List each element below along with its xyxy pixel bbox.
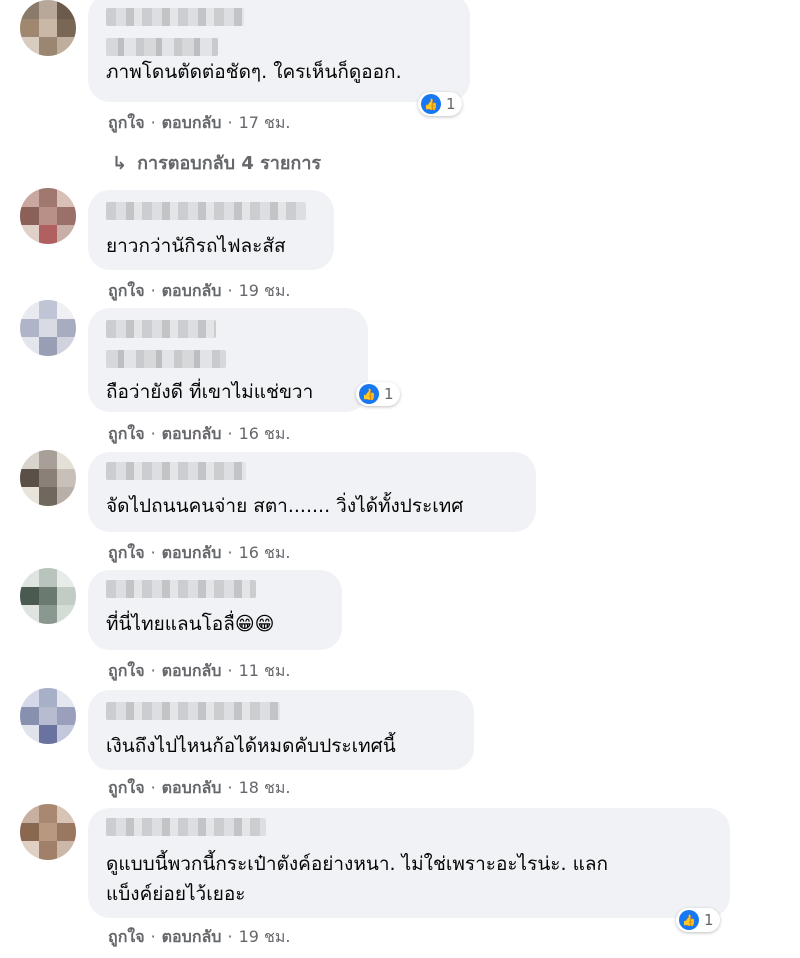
comment: ภาพโดนตัดต่อชัดๆ. ใครเห็นก็ดูออก. 👍 1 ถู… [0, 0, 800, 180]
avatar[interactable] [20, 300, 76, 356]
like-link[interactable]: ถูกใจ [108, 925, 145, 950]
author-name-blurred[interactable] [106, 462, 246, 480]
reply-link[interactable]: ตอบกลับ [162, 111, 222, 136]
author-name-blurred[interactable] [106, 818, 266, 836]
comment-text: ภาพโดนตัดต่อชัดๆ. ใครเห็นก็ดูออก. [106, 61, 402, 83]
comment-bubble: ดูแบบนี้พวกนี้กระเป๋าตังค์อย่างหนา. ไม่ใ… [88, 808, 730, 918]
author-name-blurred[interactable] [106, 202, 306, 220]
reaction-count: 1 [384, 385, 394, 403]
comment-text: ที่นี่ไทยแลนโอลื่😁😁 [106, 613, 275, 635]
timestamp[interactable]: 18 ชม. [239, 776, 291, 801]
like-link[interactable]: ถูกใจ [108, 422, 145, 447]
comment-text-line-1: ดูแบบนี้พวกนี้กระเป๋าตังค์อย่างหนา. ไม่ใ… [106, 853, 608, 875]
reply-link[interactable]: ตอบกลับ [162, 925, 222, 950]
thumbs-up-icon: 👍 [359, 384, 379, 404]
comment-text: ถือว่ายังดี ที่เขาไม่แช่ขวา [106, 381, 314, 403]
reply-arrow-icon: ↳ [112, 153, 128, 174]
comment: ถือว่ายังดี ที่เขาไม่แช่ขวา 👍 1 ถูกใจ · ตอ… [0, 300, 800, 450]
comment-bubble: ภาพโดนตัดต่อชัดๆ. ใครเห็นก็ดูออก. [88, 0, 470, 102]
reply-link[interactable]: ตอบกลับ [162, 776, 222, 801]
comment: เงินถึงไปไหนก้อได้หมดคับประเทศนี้ ถูกใจ ·… [0, 686, 800, 802]
reply-link[interactable]: ตอบกลับ [162, 541, 222, 566]
comment-actions: ถูกใจ · ตอบกลับ · 19 ชม. [108, 925, 291, 950]
author-name-blurred[interactable] [106, 702, 280, 720]
reaction-count: 1 [446, 95, 456, 113]
author-name-blurred [106, 350, 226, 368]
avatar[interactable] [20, 804, 76, 860]
avatar[interactable] [20, 188, 76, 244]
like-link[interactable]: ถูกใจ [108, 659, 145, 684]
comment-actions: ถูกใจ · ตอบกลับ · 11 ชม. [108, 659, 291, 684]
comment: จัดไปถนนคนจ่าย สตา....... วิ่งได้ทั้งประ… [0, 448, 800, 566]
comment-text: เงินถึงไปไหนก้อได้หมดคับประเทศนี้ [106, 735, 396, 757]
like-link[interactable]: ถูกใจ [108, 776, 145, 801]
reaction-badge[interactable]: 👍 1 [418, 92, 462, 116]
replies-label: การตอบกลับ 4 รายการ [137, 153, 322, 174]
like-link[interactable]: ถูกใจ [108, 111, 145, 136]
timestamp[interactable]: 19 ชม. [239, 925, 291, 950]
timestamp[interactable]: 16 ชม. [239, 541, 291, 566]
comment-actions: ถูกใจ · ตอบกลับ · 17 ชม. [108, 111, 291, 136]
comment-bubble: ยาวกว่านักิรถไฟละสัส [88, 190, 334, 270]
avatar[interactable] [20, 0, 76, 56]
author-name-blurred [106, 38, 218, 56]
timestamp[interactable]: 16 ชม. [239, 422, 291, 447]
reaction-badge[interactable]: 👍 1 [356, 382, 400, 406]
reaction-badge[interactable]: 👍 1 [676, 908, 720, 932]
author-name-blurred[interactable] [106, 8, 244, 26]
comment-text-line-2: แบ็งค์ย่อยไว้เยอะ [106, 883, 246, 905]
comment-actions: ถูกใจ · ตอบกลับ · 16 ชม. [108, 541, 291, 566]
comment-actions: ถูกใจ · ตอบกลับ · 18 ชม. [108, 776, 291, 801]
comment: ดูแบบนี้พวกนี้กระเป๋าตังค์อย่างหนา. ไม่ใ… [0, 800, 800, 958]
like-link[interactable]: ถูกใจ [108, 541, 145, 566]
author-name-blurred[interactable] [106, 580, 256, 598]
comment-actions: ถูกใจ · ตอบกลับ · 16 ชม. [108, 422, 291, 447]
timestamp[interactable]: 11 ชม. [239, 659, 291, 684]
reply-link[interactable]: ตอบกลับ [162, 659, 222, 684]
timestamp[interactable]: 17 ชม. [239, 111, 291, 136]
avatar[interactable] [20, 568, 76, 624]
author-name-blurred[interactable] [106, 320, 216, 338]
comment-bubble: ถือว่ายังดี ที่เขาไม่แช่ขวา [88, 308, 368, 412]
comment-bubble: เงินถึงไปไหนก้อได้หมดคับประเทศนี้ [88, 690, 474, 770]
comment-bubble: จัดไปถนนคนจ่าย สตา....... วิ่งได้ทั้งประ… [88, 452, 536, 532]
comment: ยาวกว่านักิรถไฟละสัส ถูกใจ · ตอบกลับ · 19 ชม… [0, 186, 800, 301]
thumbs-up-icon: 👍 [679, 910, 699, 930]
comment: ที่นี่ไทยแลนโอลื่😁😁 ถูกใจ · ตอบกลับ · 11 ชม. [0, 568, 800, 686]
view-replies-link[interactable]: ↳ การตอบกลับ 4 รายการ [112, 148, 321, 177]
avatar[interactable] [20, 450, 76, 506]
comment-bubble: ที่นี่ไทยแลนโอลื่😁😁 [88, 570, 342, 650]
reply-link[interactable]: ตอบกลับ [162, 422, 222, 447]
comment-text: ยาวกว่านักิรถไฟละสัส [106, 235, 286, 257]
thumbs-up-icon: 👍 [421, 94, 441, 114]
reaction-count: 1 [704, 911, 714, 929]
comment-text: จัดไปถนนคนจ่าย สตา....... วิ่งได้ทั้งประ… [106, 495, 464, 517]
avatar[interactable] [20, 688, 76, 744]
